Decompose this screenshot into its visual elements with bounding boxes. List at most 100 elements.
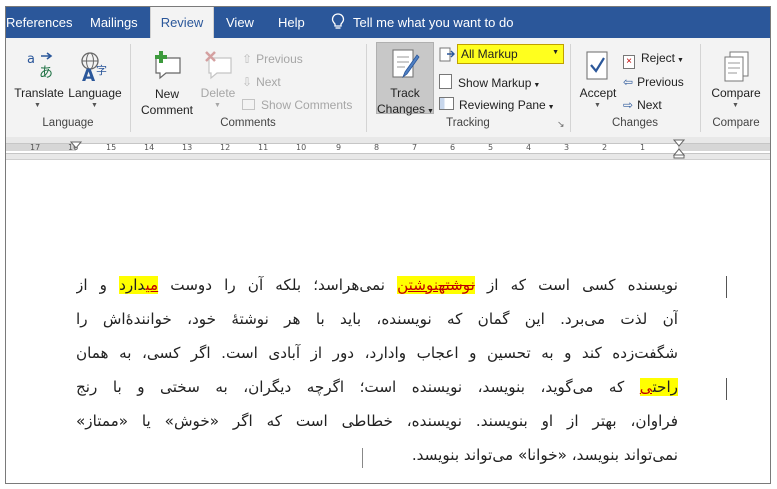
next-comment-label: Next: [256, 75, 281, 89]
display-for-review-icon: [439, 47, 455, 62]
track-changes-label-2: Changes: [377, 102, 426, 116]
compare-dropdown-icon: ▼: [732, 102, 739, 109]
accept-dropdown-icon: ▼: [594, 102, 601, 109]
right-indent-marker-icon[interactable]: [673, 139, 685, 159]
previous-comment-label: Previous: [256, 52, 303, 66]
ruler-number: 12: [220, 143, 231, 152]
next-change-label: Next: [637, 98, 662, 112]
track-changes-button[interactable]: Track Changes ▼: [376, 42, 434, 116]
changes-group-label: Changes: [611, 117, 659, 129]
markup-select[interactable]: All Markup ▼: [457, 44, 564, 64]
ruler-number: 3: [564, 143, 570, 152]
tab-review[interactable]: Review: [150, 7, 214, 38]
translate-icon: a あ: [27, 52, 53, 80]
tracked-deletion: نوشته: [438, 276, 475, 294]
reject-dropdown-icon: ▼: [675, 57, 684, 64]
left-indent-marker-icon[interactable]: [70, 141, 82, 157]
line-1-text-c: و از: [76, 276, 120, 294]
accept-label: Accept: [579, 86, 617, 100]
accept-button[interactable]: Accept ▼: [576, 48, 620, 114]
track-changes-label-1: Track: [390, 86, 420, 100]
document-page[interactable]: نویسنده کسی است که از نوشتهنوشتن نمی‌هرا…: [6, 160, 770, 483]
translate-dropdown-icon: ▼: [34, 102, 41, 109]
tab-references[interactable]: References: [6, 7, 72, 38]
ruler-number: 10: [296, 143, 307, 152]
show-markup-dropdown-icon: ▼: [531, 82, 541, 89]
new-comment-label-2: Comment: [140, 103, 193, 117]
new-comment-icon: [155, 51, 181, 80]
document-line-5: فراوان، بهتر از او بنویسند. نویسنده، خطا…: [76, 412, 678, 430]
delete-comment-icon: [205, 51, 232, 80]
previous-comment-button[interactable]: ⇧ Previous: [242, 52, 303, 66]
show-markup-icon: [439, 74, 452, 89]
tracked-insertion: نوشتن: [397, 276, 439, 294]
highlighted-text: دارد: [119, 276, 146, 294]
previous-change-label: Previous: [637, 75, 684, 89]
ruler-number: 2: [602, 143, 608, 152]
show-comments-button[interactable]: Show Comments: [242, 98, 352, 112]
language-icon: A 字: [81, 52, 107, 82]
previous-change-icon: ⇦: [623, 75, 634, 89]
show-comments-icon: [242, 99, 255, 110]
ruler-number: 9: [336, 143, 342, 152]
new-comment-button[interactable]: New Comment: [136, 48, 198, 117]
translate-label: Translate: [14, 86, 64, 100]
line-1-text-b: نمی‌هراسد؛ بلکه آن را دوست: [158, 276, 398, 294]
ruler-number: 4: [526, 143, 532, 152]
next-change-button[interactable]: ⇨ Next: [623, 98, 662, 112]
reviewing-pane-button[interactable]: Reviewing Pane ▼: [439, 97, 555, 112]
tab-help[interactable]: Help: [278, 7, 305, 38]
compare-label: Compare: [711, 86, 761, 100]
reject-button[interactable]: × Reject ▼: [623, 51, 684, 69]
tracked-insertion: ی: [639, 378, 653, 396]
ruler-strip: [6, 143, 770, 154]
document-line-4: راحتی که می‌گوید، بنویسد، نویسنده است؛ ا…: [76, 378, 678, 402]
reject-icon: ×: [623, 55, 635, 69]
ruler-number: 8: [374, 143, 380, 152]
markup-select-value: All Markup: [461, 47, 518, 61]
tracking-group-label: Tracking: [446, 117, 490, 129]
reviewing-pane-dropdown-icon: ▼: [545, 104, 555, 111]
svg-text:a: a: [27, 52, 35, 67]
tracking-dialog-launcher-icon[interactable]: ↘: [557, 119, 565, 130]
ruler-number: 7: [412, 143, 418, 152]
ruler-number: 15: [106, 143, 117, 152]
show-markup-label: Show Markup: [458, 76, 532, 90]
track-changes-icon: [392, 49, 420, 79]
tab-mailings[interactable]: Mailings: [90, 7, 138, 38]
tab-view[interactable]: View: [226, 7, 254, 38]
highlighted-text: راحت: [652, 378, 678, 396]
track-changes-dropdown-icon: ▼: [425, 108, 434, 115]
show-comments-label: Show Comments: [261, 98, 353, 112]
next-comment-button[interactable]: ⇩ Next: [242, 75, 281, 89]
ruler-right-margin: [678, 144, 770, 151]
markup-dropdown-icon: ▼: [552, 49, 559, 56]
horizontal-ruler[interactable]: 17 16 15 14 13 12 11 10 9 8 7 6 5 4 3 2 …: [6, 137, 770, 160]
ruler-number: 1: [640, 143, 646, 152]
word-window: References Mailings Review View Help Tel…: [5, 6, 771, 484]
previous-change-button[interactable]: ⇦ Previous: [623, 75, 684, 89]
ruler-number: 17: [30, 143, 41, 152]
ruler-number: 6: [450, 143, 456, 152]
tell-me-box[interactable]: Tell me what you want to do: [331, 7, 513, 38]
tell-me-text: Tell me what you want to do: [353, 15, 514, 30]
svg-text:A: A: [82, 66, 96, 82]
delete-comment-button[interactable]: Delete ▼: [200, 48, 236, 114]
ruler-number: 11: [258, 143, 269, 152]
line-1-text-a: نویسنده کسی است که از: [474, 276, 678, 294]
ribbon-tab-bar: References Mailings Review View Help Tel…: [6, 7, 770, 38]
ruler-number: 14: [144, 143, 155, 152]
language-label: Language: [68, 86, 122, 100]
compare-button[interactable]: Compare ▼: [706, 48, 766, 114]
reviewing-pane-icon: [439, 97, 454, 110]
translate-button[interactable]: a あ Translate ▼: [14, 48, 64, 114]
svg-text:字: 字: [96, 63, 107, 77]
change-bar: [726, 378, 727, 400]
next-comment-icon: ⇩: [242, 75, 253, 89]
show-markup-button[interactable]: Show Markup ▼: [439, 74, 540, 90]
svg-text:あ: あ: [39, 65, 53, 80]
language-button[interactable]: A 字 Language ▼: [66, 48, 124, 114]
lightbulb-icon: [331, 13, 345, 29]
comments-group-label: Comments: [220, 117, 276, 129]
next-change-icon: ⇨: [623, 98, 634, 112]
